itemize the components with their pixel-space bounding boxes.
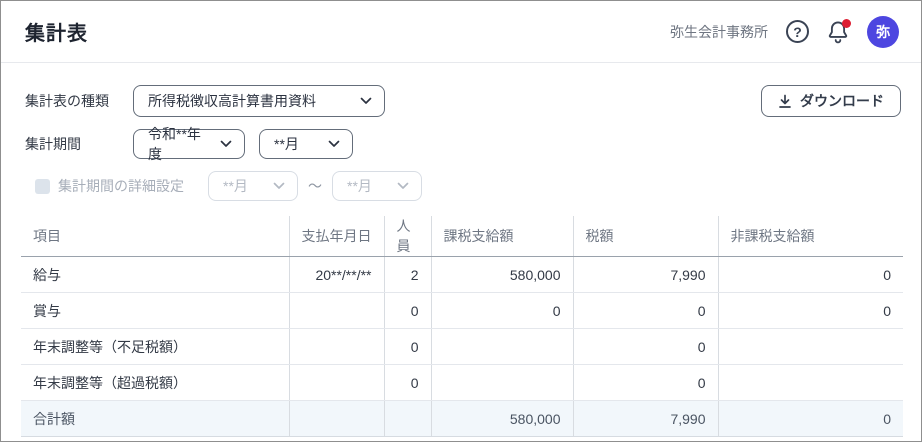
topbar: 集計表 弥生会計事務所 ? 弥	[1, 1, 921, 63]
user-avatar[interactable]: 弥	[867, 16, 899, 48]
cell-nontaxable	[718, 365, 903, 401]
cell-nontaxable: 0	[718, 257, 903, 293]
cell-nontaxable: 0	[718, 293, 903, 329]
cell-tax: 7,990	[573, 401, 718, 437]
cell-nontaxable	[718, 329, 903, 365]
cell-pay-date	[289, 365, 384, 401]
account-name: 弥生会計事務所	[670, 22, 768, 42]
period-year-select[interactable]: 令和**年度	[133, 129, 245, 159]
table-header-row: 項目支払年月日人員課税支給額税額非課税支給額	[21, 216, 903, 257]
report-type-row: 集計表の種類 所得税徴収高計算書用資料 ダウンロード	[21, 85, 901, 117]
page-title: 集計表	[25, 17, 88, 46]
summary-table: 項目支払年月日人員課税支給額税額非課税支給額 給与20**/**/**2580,…	[21, 216, 903, 437]
table-row: 賞与0000	[21, 293, 903, 329]
period-row: 集計期間 令和**年度 **月	[21, 129, 901, 159]
download-button[interactable]: ダウンロード	[761, 85, 901, 117]
cell-nontaxable: 0	[718, 401, 903, 437]
detail-period-label: 集計期間の詳細設定	[58, 176, 184, 196]
table-row: 年末調整等（超過税額） 0 0	[21, 365, 903, 401]
summary-report-page: 集計表 弥生会計事務所 ? 弥 集計表の種類 所得税徴収高計算書用資料	[0, 0, 922, 442]
column-header: 課税支給額	[431, 216, 573, 257]
period-month-value: **月	[274, 134, 299, 154]
column-header: 非課税支給額	[718, 216, 903, 257]
table-body: 給与20**/**/**2580,0007,9900賞与0000年末調整等（不足…	[21, 257, 903, 437]
cell-taxable	[431, 329, 573, 365]
cell-tax: 7,990	[573, 257, 718, 293]
column-header: 項目	[21, 216, 289, 257]
help-icon[interactable]: ?	[786, 20, 809, 43]
cell-headcount: 0	[384, 329, 431, 365]
notification-dot	[842, 19, 851, 28]
content: 集計表の種類 所得税徴収高計算書用資料 ダウンロード 集計期間 令和**年度	[1, 63, 921, 437]
download-label: ダウンロード	[800, 91, 884, 111]
cell-pay-date	[289, 329, 384, 365]
cell-headcount: 0	[384, 293, 431, 329]
table-row: 年末調整等（不足税額） 0 0	[21, 329, 903, 365]
cell-tax: 0	[573, 365, 718, 401]
detail-to-select[interactable]: **月	[332, 171, 422, 201]
cell-taxable: 580,000	[431, 401, 573, 437]
column-header: 支払年月日	[289, 216, 384, 257]
report-type-label: 集計表の種類	[25, 91, 133, 111]
cell-pay-date	[289, 293, 384, 329]
cell-item: 合計額	[21, 401, 289, 437]
cell-taxable: 0	[431, 293, 573, 329]
cell-headcount: 2	[384, 257, 431, 293]
cell-item: 賞与	[21, 293, 289, 329]
cell-pay-date	[289, 401, 384, 437]
chevron-down-icon	[328, 140, 340, 148]
report-type-value: 所得税徴収高計算書用資料	[148, 91, 316, 111]
period-label: 集計期間	[25, 134, 133, 154]
detail-period-row: 集計期間の詳細設定 **月 ～ **月	[21, 171, 901, 201]
chevron-down-icon	[220, 140, 232, 148]
table-header: 項目支払年月日人員課税支給額税額非課税支給額	[21, 216, 903, 257]
detail-from-value: **月	[223, 176, 248, 196]
cell-taxable	[431, 365, 573, 401]
topbar-right: 弥生会計事務所 ? 弥	[670, 16, 899, 48]
chevron-down-icon	[397, 182, 409, 190]
detail-period-checkbox[interactable]	[35, 179, 50, 194]
detail-to-value: **月	[347, 176, 372, 196]
range-separator: ～	[308, 176, 322, 196]
cell-taxable: 580,000	[431, 257, 573, 293]
table-total-row: 合計額 580,0007,9900	[21, 401, 903, 437]
cell-headcount	[384, 401, 431, 437]
report-type-select[interactable]: 所得税徴収高計算書用資料	[133, 85, 385, 117]
column-header: 人員	[384, 216, 431, 257]
period-year-value: 令和**年度	[148, 124, 210, 164]
cell-headcount: 0	[384, 365, 431, 401]
chevron-down-icon	[273, 182, 285, 190]
cell-item: 年末調整等（超過税額）	[21, 365, 289, 401]
column-header: 税額	[573, 216, 718, 257]
table-row: 給与20**/**/**2580,0007,9900	[21, 257, 903, 293]
detail-from-select[interactable]: **月	[208, 171, 298, 201]
notification-bell-icon[interactable]	[827, 20, 849, 44]
cell-tax: 0	[573, 329, 718, 365]
period-month-select[interactable]: **月	[259, 129, 353, 159]
cell-tax: 0	[573, 293, 718, 329]
download-icon	[778, 94, 792, 109]
cell-item: 年末調整等（不足税額）	[21, 329, 289, 365]
chevron-down-icon	[360, 97, 372, 105]
cell-pay-date: 20**/**/**	[289, 257, 384, 293]
cell-item: 給与	[21, 257, 289, 293]
